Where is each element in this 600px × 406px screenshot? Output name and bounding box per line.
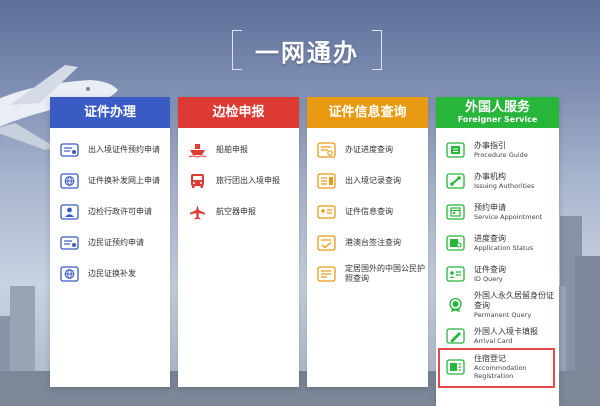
menu-item-label: 出入境记录查询 [345,175,401,185]
calendar-icon [446,203,465,220]
globe-icon [60,172,79,189]
badge-icon [446,297,465,313]
menu-item-border-permit[interactable]: 边检行政许可申请 [50,196,170,227]
title-bracket-left [232,30,242,70]
menu-item-border-resident-replacement[interactable]: 边民证换补发 [50,258,170,289]
menu-item-label: 办证进度查询 [345,144,393,154]
card-certificate-services: 证件办理 出入境证件预约申请 证件换补发网上申请 边检行政许可申请 边民证预约申… [50,97,170,387]
menu-item-label: 进度查询 Application Status [474,233,534,252]
card-subtitle: Foreigner Service [457,114,538,124]
card-certificate-query: 证件信息查询 办证进度查询 出入境记录查询 证件信息查询 港澳台签注查询 定居国… [307,97,428,387]
menu-item-label: 旅行团出入境申报 [216,175,280,185]
title-bracket-right [372,30,382,70]
menu-item-application-progress[interactable]: 办证进度查询 [307,134,428,165]
menu-item-label: 航空器申报 [216,206,256,216]
globe-icon [60,265,79,282]
card-header: 证件办理 [50,97,170,128]
menu-item-exit-entry-appointment[interactable]: 出入境证件预约申请 [50,134,170,165]
menu-item-exit-entry-record[interactable]: 出入境记录查询 [307,165,428,196]
menu-item-label: 证件信息查询 [345,206,393,216]
menu-item-label: 外国人入境卡填报 Arrival Card [474,326,538,345]
ship-icon [188,142,207,158]
menu-item-label: 外国人永久居留身份证查询 Permanent Query [474,290,554,319]
bus-icon [188,173,207,189]
card-header: 证件信息查询 [307,97,428,128]
passport-icon [317,265,336,282]
menu-item-border-resident-appointment[interactable]: 边民证预约申请 [50,227,170,258]
airplane-icon [188,204,207,220]
menu-item-application-status[interactable]: 进度查询 Application Status [436,227,559,258]
hotel-icon [446,358,465,375]
menu-item-label: 定居国外的中国公民护照查询 [345,263,425,283]
id-card-icon [60,235,79,251]
menu-item-label: 办事指引 Procedure Guide [474,140,528,159]
menu-item-label: 证件换补发网上申请 [88,175,160,185]
menu-item-procedure-guide[interactable]: 办事指引 Procedure Guide [436,134,559,165]
menu-item-label: 出入境证件预约申请 [88,144,160,154]
edit-doc-icon [446,327,465,344]
menu-item-arrival-card[interactable]: 外国人入境卡填报 Arrival Card [436,320,559,351]
id-card-icon [60,142,79,158]
menu-item-label: 船舶申报 [216,144,248,154]
guide-icon [446,141,465,158]
card-header: 边检申报 [178,97,299,128]
card-title: 证件办理 [83,104,136,120]
menu-item-aircraft-declaration[interactable]: 航空器申报 [178,196,299,227]
menu-item-label: 住宿登记 Accommodation Registration [474,353,527,380]
link-icon [446,172,465,189]
menu-item-hk-macau-taiwan-endorsement[interactable]: 港澳台签注查询 [307,227,428,258]
menu-item-overseas-passport-query[interactable]: 定居国外的中国公民护照查询 [307,258,428,289]
menu-item-tour-group-declaration[interactable]: 旅行团出入境申报 [178,165,299,196]
search-doc-icon [446,234,465,251]
menu-item-certificate-info[interactable]: 证件信息查询 [307,196,428,227]
menu-item-label: 证件查询 ID Query [474,264,506,283]
menu-item-certificate-replacement[interactable]: 证件换补发网上申请 [50,165,170,196]
menu-item-label: 边民证换补发 [88,268,136,278]
menu-item-label: 预约申请 Service Appointment [474,202,543,221]
menu-item-label: 边民证预约申请 [88,237,144,247]
menu-item-label: 港澳台签注查询 [345,237,401,247]
record-icon [317,172,336,189]
menu-item-ship-declaration[interactable]: 船舶申报 [178,134,299,165]
menu-item-label: 边检行政许可申请 [88,206,152,216]
check-doc-icon [317,234,336,251]
menu-item-id-query[interactable]: 证件查询 ID Query [436,258,559,289]
card-foreigner-service: 外国人服务 Foreigner Service 办事指引 Procedure Gu… [436,97,559,406]
id-card-icon [317,204,336,220]
card-title: 边检申报 [212,104,265,120]
progress-icon [317,141,336,158]
menu-item-service-appointment[interactable]: 预约申请 Service Appointment [436,196,559,227]
menu-item-permanent-query[interactable]: 外国人永久居留身份证查询 Permanent Query [436,289,559,320]
page-title: 一网通办 [255,38,359,67]
menu-item-issuing-authorities[interactable]: 办事机构 Issuing Authorities [436,165,559,196]
card-header: 外国人服务 Foreigner Service [436,97,559,128]
id-card-icon [446,265,465,282]
page-title-block: 一网通办 [232,30,382,70]
card-title: 外国人服务 [464,99,530,115]
card-title: 证件信息查询 [328,104,407,120]
menu-item-label: 办事机构 Issuing Authorities [474,171,535,190]
person-icon [60,203,79,220]
menu-item-accommodation-registration[interactable]: 住宿登记 Accommodation Registration [436,351,559,382]
card-border-declaration: 边检申报 船舶申报 旅行团出入境申报 航空器申报 [178,97,299,387]
